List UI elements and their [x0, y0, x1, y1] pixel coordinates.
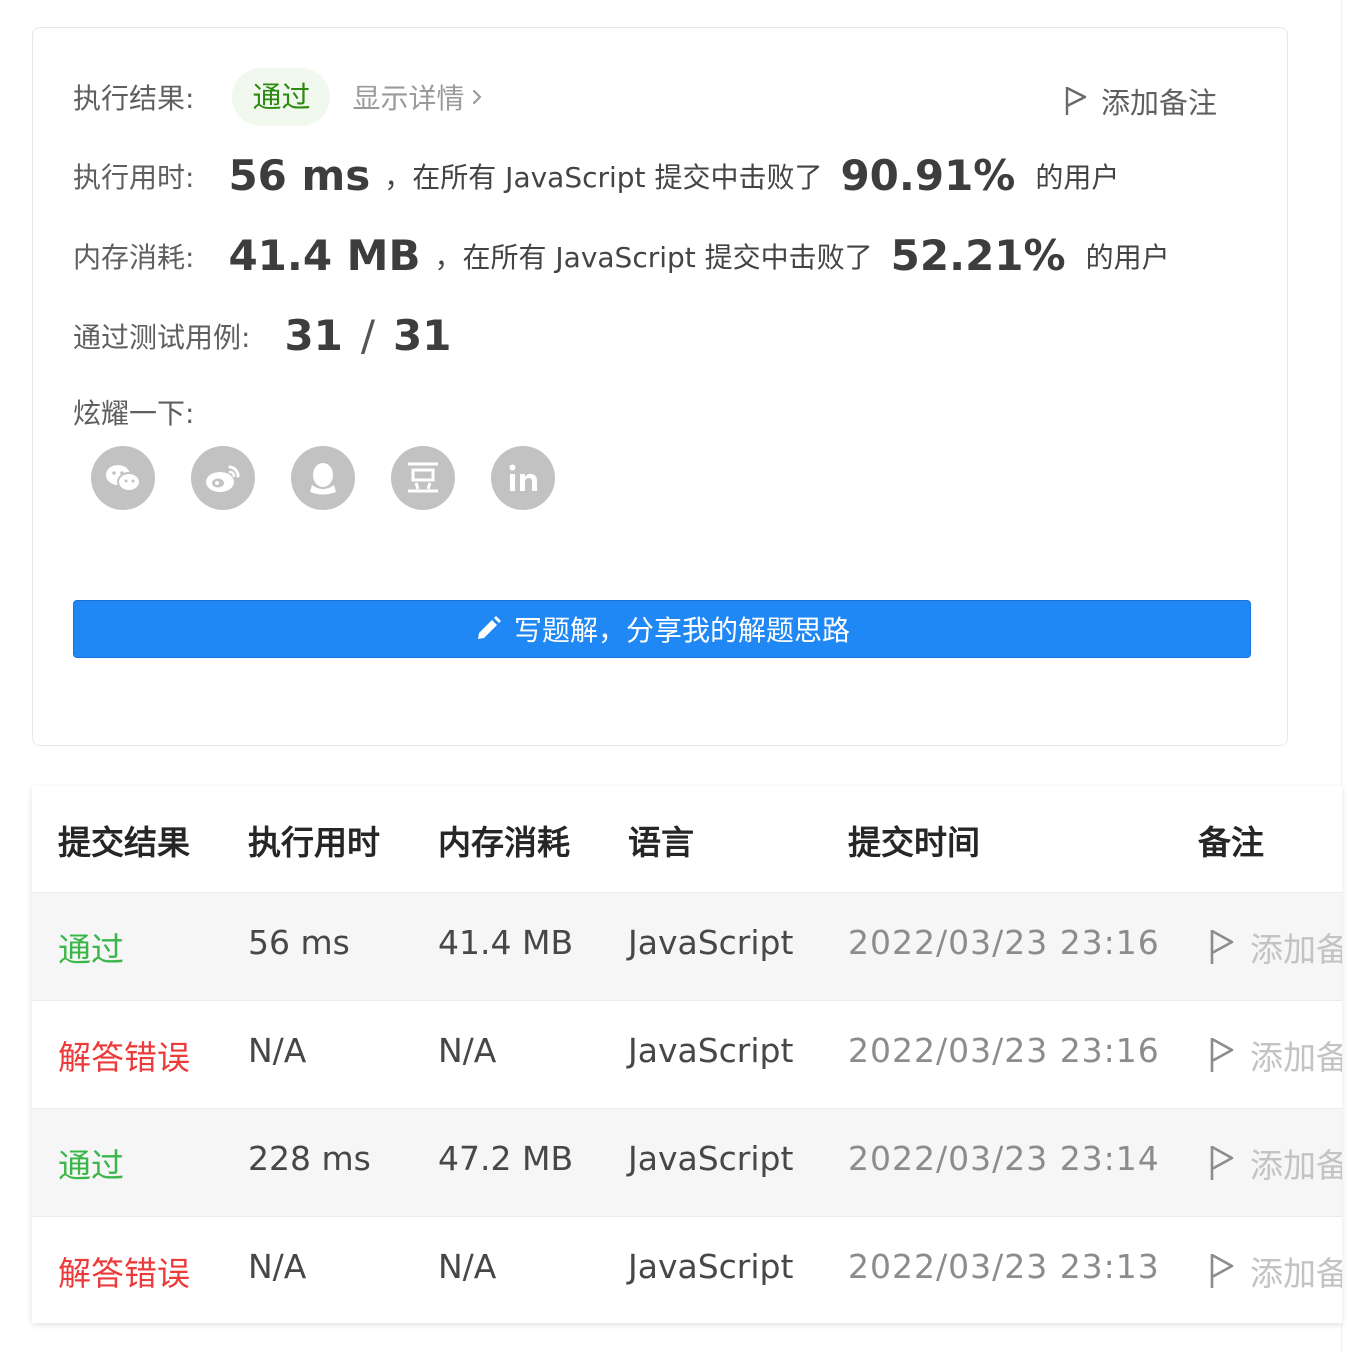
table-row[interactable]: 通过 228 ms 47.2 MB JavaScript 2022/03/23 …: [32, 1109, 1342, 1217]
linkedin-icon[interactable]: [491, 446, 555, 510]
row-note-label: 添加备注: [1250, 1038, 1342, 1077]
row-language: JavaScript: [628, 1031, 794, 1070]
column-header-submit-time: 提交时间: [848, 823, 980, 862]
row-language: JavaScript: [628, 1139, 794, 1178]
add-note-label: 添加备注: [1101, 86, 1218, 120]
result-card: 执行结果: 通过 显示详情 添加备注 执行用时: 56 ms ，在所有 Java…: [32, 27, 1288, 746]
row-submit-time: 2022/03/23 23:13: [848, 1247, 1160, 1286]
row-runtime: 228 ms: [248, 1139, 371, 1178]
testcases-passed: 31: [284, 311, 343, 360]
wechat-icon[interactable]: [91, 446, 155, 510]
status-label: 执行结果:: [73, 82, 195, 115]
row-submit-time: 2022/03/23 23:16: [848, 923, 1160, 962]
table-header: 提交结果 执行用时 内存消耗 语言 提交时间 备注: [32, 786, 1342, 893]
chevron-right-icon: [473, 89, 482, 105]
show-details-label: 显示详情: [352, 82, 465, 115]
row-memory: 47.2 MB: [438, 1139, 574, 1178]
runtime-beat-text: ，在所有 JavaScript 提交中击败了: [384, 160, 823, 194]
add-note-button[interactable]: 添加备注: [1063, 80, 1217, 122]
row-status[interactable]: 通过: [58, 1139, 124, 1187]
row-runtime: N/A: [248, 1247, 307, 1286]
flag-icon: [1210, 1253, 1234, 1288]
status-row: 执行结果: 通过 显示详情: [73, 68, 482, 126]
row-add-note-button[interactable]: 添加备注: [1208, 1031, 1342, 1079]
row-submit-time: 2022/03/23 23:16: [848, 1031, 1160, 1070]
share-label-row: 炫耀一下:: [73, 392, 194, 432]
row-note-label: 添加备注: [1250, 1146, 1342, 1185]
row-memory: N/A: [438, 1031, 497, 1070]
qq-icon[interactable]: [291, 446, 355, 510]
row-memory: 41.4 MB: [438, 923, 574, 962]
flag-icon: [1065, 86, 1087, 115]
row-note-label: 添加备注: [1250, 930, 1342, 969]
testcases-label: 通过测试用例:: [73, 320, 251, 354]
pencil-icon: [477, 616, 501, 639]
status-badge: 通过: [232, 68, 331, 126]
memory-label: 内存消耗:: [73, 240, 195, 274]
write-solution-button[interactable]: 写题解，分享我的解题思路: [73, 600, 1251, 658]
testcases-total: 31: [393, 311, 452, 360]
column-header-note: 备注: [1198, 823, 1264, 862]
row-add-note-button[interactable]: 添加备注: [1208, 1247, 1342, 1295]
row-runtime: 56 ms: [248, 923, 350, 962]
runtime-label: 执行用时:: [73, 160, 195, 194]
row-runtime: N/A: [248, 1031, 307, 1070]
runtime-percent: 90.91%: [840, 151, 1016, 200]
memory-users-text: 的用户: [1085, 240, 1170, 274]
weibo-icon[interactable]: [191, 446, 255, 510]
memory-row: 内存消耗: 41.4 MB ，在所有 JavaScript 提交中击败了 52.…: [73, 231, 1170, 280]
table-row[interactable]: 解答错误 N/A N/A JavaScript 2022/03/23 23:16…: [32, 1001, 1342, 1109]
row-memory: N/A: [438, 1247, 497, 1286]
row-status[interactable]: 解答错误: [58, 1031, 190, 1079]
table-row[interactable]: 通过 56 ms 41.4 MB JavaScript 2022/03/23 2…: [32, 893, 1342, 1001]
row-status[interactable]: 解答错误: [58, 1247, 190, 1295]
testcases-separator: /: [360, 311, 376, 360]
submissions-table: 提交结果 执行用时 内存消耗 语言 提交时间 备注 通过 56 ms 41.4 …: [32, 786, 1342, 1323]
memory-percent: 52.21%: [890, 231, 1066, 280]
column-header-runtime: 执行用时: [248, 823, 380, 862]
share-icons: [91, 446, 591, 510]
column-header-status: 提交结果: [58, 823, 190, 862]
row-add-note-button[interactable]: 添加备注: [1208, 1139, 1342, 1187]
runtime-row: 执行用时: 56 ms ，在所有 JavaScript 提交中击败了 90.91…: [73, 151, 1119, 200]
flag-icon: [1210, 1145, 1234, 1180]
column-header-language: 语言: [628, 823, 694, 862]
row-status[interactable]: 通过: [58, 923, 124, 971]
flag-icon: [1210, 929, 1234, 964]
row-language: JavaScript: [628, 1247, 794, 1286]
row-note-label: 添加备注: [1250, 1254, 1342, 1293]
row-submit-time: 2022/03/23 23:14: [848, 1139, 1160, 1178]
write-solution-label: 写题解，分享我的解题思路: [513, 614, 850, 647]
share-label: 炫耀一下:: [73, 397, 195, 430]
douban-icon[interactable]: [391, 446, 455, 510]
row-language: JavaScript: [628, 923, 794, 962]
row-add-note-button[interactable]: 添加备注: [1208, 923, 1342, 971]
flag-icon: [1210, 1037, 1234, 1072]
runtime-value: 56 ms: [228, 151, 371, 200]
memory-beat-text: ，在所有 JavaScript 提交中击败了: [434, 240, 873, 274]
runtime-users-text: 的用户: [1035, 160, 1120, 194]
testcases-row: 通过测试用例: 31 / 31: [73, 311, 452, 360]
table-row[interactable]: 解答错误 N/A N/A JavaScript 2022/03/23 23:13…: [32, 1217, 1342, 1323]
memory-value: 41.4 MB: [228, 231, 421, 280]
column-header-memory: 内存消耗: [438, 823, 570, 862]
show-details-link[interactable]: 显示详情: [352, 77, 482, 117]
